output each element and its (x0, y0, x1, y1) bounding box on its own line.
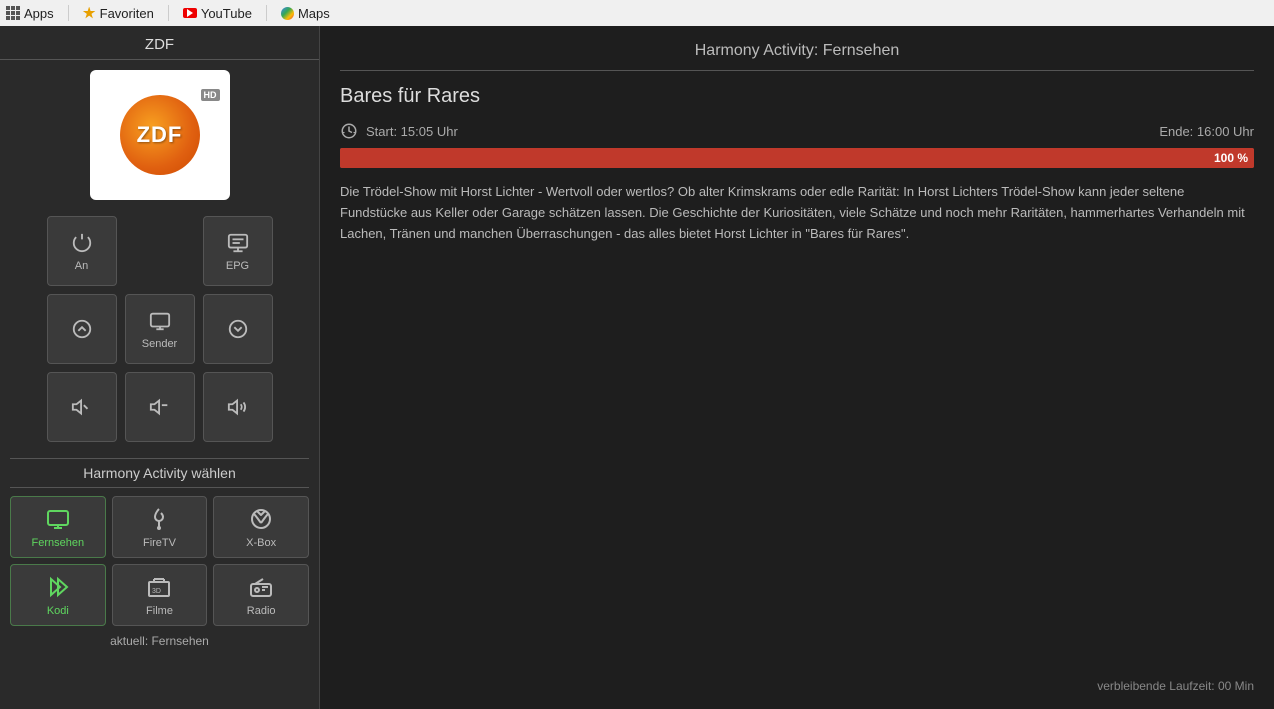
clock-icon (340, 122, 358, 140)
fernsehen-label: Fernsehen (32, 537, 85, 549)
topbar-sep2 (168, 5, 169, 21)
firetv-icon (145, 505, 173, 533)
harmony-activity-title: Harmony Activity wählen (10, 458, 309, 488)
xbox-label: X-Box (246, 537, 276, 549)
left-panel: ZDF ZDF HD An (0, 26, 320, 709)
activity-xbox[interactable]: X-Box (213, 496, 309, 558)
activity-fernsehen[interactable]: Fernsehen (10, 496, 106, 558)
controls-grid: An EPG (47, 216, 273, 442)
topbar-apps-label: Apps (24, 6, 54, 21)
zdf-logo-graphic: ZDF HD (105, 90, 215, 180)
topbar-favoriten-label: Favoriten (100, 6, 154, 21)
kodi-icon (44, 573, 72, 601)
vol-mute-button[interactable] (125, 372, 195, 442)
kodi-label: Kodi (47, 605, 69, 617)
channel-title: ZDF (0, 26, 319, 60)
harmony-section: Harmony Activity wählen Fernsehen (0, 458, 319, 648)
topbar: Apps Favoriten YouTube Maps (0, 0, 1274, 26)
epg-label: EPG (226, 260, 249, 272)
youtube-icon (183, 8, 197, 18)
fernsehen-icon (44, 505, 72, 533)
channel-up-icon (69, 316, 95, 342)
activity-kodi[interactable]: Kodi (10, 564, 106, 626)
activity-filme[interactable]: 3D Filme (112, 564, 208, 626)
start-time: Start: 15:05 Uhr (340, 122, 458, 140)
current-activity-label: aktuell: Fernsehen (10, 634, 309, 648)
progress-label: 100 % (1214, 151, 1248, 165)
topbar-youtube-label: YouTube (201, 6, 252, 21)
svg-text:3D: 3D (152, 588, 161, 595)
program-description: Die Trödel-Show mit Horst Lichter - Wert… (340, 182, 1254, 669)
end-time-label: Ende: 16:00 Uhr (1159, 124, 1254, 139)
volume-down-icon (69, 394, 95, 420)
channel-down-button[interactable] (203, 294, 273, 364)
xbox-icon (247, 505, 275, 533)
vol-up-button[interactable] (203, 372, 273, 442)
channel-logo: ZDF HD (90, 70, 230, 200)
topbar-sep1 (68, 5, 69, 21)
topbar-youtube[interactable]: YouTube (183, 6, 252, 21)
time-row: Start: 15:05 Uhr Ende: 16:00 Uhr (340, 122, 1254, 140)
topbar-favoriten[interactable]: Favoriten (83, 6, 154, 21)
zdf-text: ZDF (137, 122, 183, 148)
empty-btn-1 (125, 216, 195, 286)
right-panel-header: Harmony Activity: Fernsehen (340, 42, 1254, 71)
favoriten-icon (83, 7, 96, 20)
epg-icon (225, 230, 251, 256)
main-area: ZDF ZDF HD An (0, 26, 1274, 709)
topbar-maps-label: Maps (298, 6, 330, 21)
tv-icon (147, 308, 173, 334)
radio-label: Radio (247, 605, 276, 617)
zdf-hd-badge: HD (201, 89, 220, 101)
filme-icon: 3D (145, 573, 173, 601)
topbar-sep3 (266, 5, 267, 21)
power-label: An (75, 260, 88, 272)
vol-down-button[interactable] (47, 372, 117, 442)
activity-grid: Fernsehen FireTV (10, 496, 309, 626)
volume-mute-icon (147, 394, 173, 420)
zdf-circle: ZDF HD (120, 95, 200, 175)
activity-firetv[interactable]: FireTV (112, 496, 208, 558)
apps-icon (6, 6, 20, 20)
firetv-label: FireTV (143, 537, 176, 549)
right-panel: Harmony Activity: Fernsehen Bares für Ra… (320, 26, 1274, 709)
maps-icon (281, 7, 294, 20)
power-button[interactable]: An (47, 216, 117, 286)
program-title: Bares für Rares (340, 85, 1254, 108)
filme-label: Filme (146, 605, 173, 617)
channel-up-button[interactable] (47, 294, 117, 364)
progress-bar-container: 100 % (340, 148, 1254, 168)
progress-bar-fill: 100 % (340, 148, 1254, 168)
power-icon (69, 230, 95, 256)
topbar-maps[interactable]: Maps (281, 6, 330, 21)
topbar-apps[interactable]: Apps (6, 6, 54, 21)
remaining-time-label: verbleibende Laufzeit: 00 Min (340, 679, 1254, 693)
epg-button[interactable]: EPG (203, 216, 273, 286)
activity-radio[interactable]: Radio (213, 564, 309, 626)
start-time-label: Start: 15:05 Uhr (366, 124, 458, 139)
sender-label: Sender (142, 338, 177, 350)
volume-up-icon (225, 394, 251, 420)
sender-button[interactable]: Sender (125, 294, 195, 364)
channel-down-icon (225, 316, 251, 342)
radio-icon (247, 573, 275, 601)
